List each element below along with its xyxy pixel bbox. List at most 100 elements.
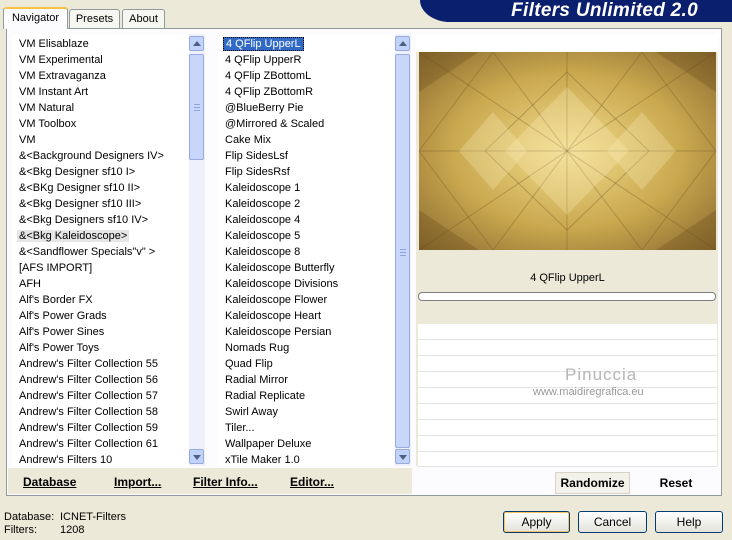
list-item[interactable]: 4 QFlip UpperL (221, 36, 340, 52)
watermark-url: www.maidiregrafica.eu (533, 386, 644, 398)
list-item[interactable]: VM Toolbox (15, 116, 166, 132)
list-item[interactable]: [AFS IMPORT] (15, 260, 166, 276)
list-item[interactable]: &<BKg Designer sf10 II> (15, 180, 166, 196)
database-button[interactable]: Database (23, 475, 76, 489)
category-list-items: VM Elisablaze VM Experimental VM Extravaga… (15, 36, 166, 466)
tab-about-label: About (129, 13, 158, 25)
parameter-row[interactable] (418, 324, 717, 340)
tab-presets[interactable]: Presets (69, 9, 120, 28)
list-item-label: Kaleidoscope 8 (225, 246, 301, 258)
list-item[interactable]: Andrew's Filters 10 (15, 452, 166, 466)
list-item[interactable]: Nomads Rug (221, 340, 340, 356)
list-item[interactable]: VM (15, 132, 166, 148)
list-item[interactable]: Andrew's Filter Collection 56 (15, 372, 166, 388)
list-item[interactable]: Quad Flip (221, 356, 340, 372)
list-item[interactable]: Tiler... (221, 420, 340, 436)
list-item-label: Kaleidoscope 5 (225, 230, 301, 242)
list-item[interactable]: Cake Mix (221, 132, 340, 148)
list-item-label: VM Elisablaze (19, 38, 89, 50)
list-item[interactable]: Kaleidoscope 5 (221, 228, 340, 244)
banner-title: Filters Unlimited 2.0 (511, 0, 698, 21)
list-item[interactable]: VM Elisablaze (15, 36, 166, 52)
list-item-label: Alf's Power Toys (19, 342, 100, 354)
scroll-thumb[interactable] (395, 54, 410, 448)
scroll-up-icon[interactable] (189, 36, 204, 51)
list-item[interactable]: &<Bkg Kaleidoscope> (15, 228, 166, 244)
list-item[interactable]: &<Sandflower Specials"v" > (15, 244, 166, 260)
list-item-label: VM Toolbox (19, 118, 77, 130)
list-item[interactable]: VM Experimental (15, 52, 166, 68)
category-list[interactable]: VM Elisablaze VM Experimental VM Extravaga… (12, 34, 188, 466)
list-item[interactable]: xTile Maker 1.0 (221, 452, 340, 466)
editor-button[interactable]: Editor... (290, 475, 334, 489)
list-item-label: 4 QFlip ZBottomR (225, 86, 314, 98)
database-label: Database: (4, 511, 55, 523)
list-item[interactable]: Alf's Power Toys (15, 340, 166, 356)
import-button[interactable]: Import... (114, 475, 161, 489)
reset-button[interactable]: Reset (640, 472, 712, 494)
filter-info-button[interactable]: Filter Info... (193, 475, 258, 489)
list-item[interactable]: 4 QFlip ZBottomR (221, 84, 340, 100)
list-item[interactable]: Kaleidoscope 2 (221, 196, 340, 212)
tab-about[interactable]: About (122, 9, 165, 28)
list-item-label: Andrew's Filter Collection 55 (19, 358, 159, 370)
scroll-down-icon[interactable] (395, 449, 410, 464)
list-item[interactable]: &<Bkg Designer sf10 I> (15, 164, 166, 180)
list-item[interactable]: Swirl Away (221, 404, 340, 420)
list-item[interactable]: Kaleidoscope Butterfly (221, 260, 340, 276)
parameter-row[interactable] (418, 436, 717, 452)
list-item[interactable]: Radial Mirror (221, 372, 340, 388)
list-item-label: Tiler... (225, 422, 255, 434)
list-item[interactable]: 4 QFlip UpperR (221, 52, 340, 68)
list-item-label: Andrew's Filter Collection 57 (19, 390, 159, 402)
parameter-row[interactable] (418, 420, 717, 436)
list-item[interactable]: Andrew's Filter Collection 55 (15, 356, 166, 372)
list-item[interactable]: Kaleidoscope 8 (221, 244, 340, 260)
list-item[interactable]: VM Extravaganza (15, 68, 166, 84)
list-item[interactable]: Kaleidoscope Heart (221, 308, 340, 324)
list-item[interactable]: Alf's Power Sines (15, 324, 166, 340)
list-item[interactable]: AFH (15, 276, 166, 292)
parameter-row[interactable] (418, 404, 717, 420)
list-item[interactable]: Kaleidoscope 1 (221, 180, 340, 196)
list-item[interactable]: VM Instant Art (15, 84, 166, 100)
list-item[interactable]: Wallpaper Deluxe (221, 436, 340, 452)
cancel-button[interactable]: Cancel (578, 511, 647, 533)
list-item[interactable]: Radial Replicate (221, 388, 340, 404)
parameter-row[interactable] (418, 340, 717, 356)
list-item[interactable]: Alf's Border FX (15, 292, 166, 308)
help-button[interactable]: Help (655, 511, 723, 533)
list-item[interactable]: Kaleidoscope Persian (221, 324, 340, 340)
apply-button[interactable]: Apply (503, 511, 570, 533)
parameter-row[interactable] (418, 452, 717, 467)
list-item-label: Flip SidesRsf (225, 166, 290, 178)
randomize-button[interactable]: Randomize (555, 472, 630, 494)
scroll-up-icon[interactable] (395, 36, 410, 51)
list-item[interactable]: Kaleidoscope Divisions (221, 276, 340, 292)
category-scrollbar[interactable] (189, 34, 205, 466)
list-item[interactable]: @BlueBerry Pie (221, 100, 340, 116)
scroll-down-icon[interactable] (189, 449, 204, 464)
scroll-thumb[interactable] (189, 54, 204, 160)
list-item-label: Alf's Border FX (19, 294, 93, 306)
list-item[interactable]: Kaleidoscope Flower (221, 292, 340, 308)
list-item[interactable]: Andrew's Filter Collection 59 (15, 420, 166, 436)
list-item[interactable]: &<Background Designers IV> (15, 148, 166, 164)
list-item-label: VM Extravaganza (19, 70, 106, 82)
list-item[interactable]: Andrew's Filter Collection 57 (15, 388, 166, 404)
list-item[interactable]: 4 QFlip ZBottomL (221, 68, 340, 84)
list-item-label: Quad Flip (225, 358, 273, 370)
list-item[interactable]: Andrew's Filter Collection 61 (15, 436, 166, 452)
list-item[interactable]: @Mirrored & Scaled (221, 116, 340, 132)
list-item[interactable]: VM Natural (15, 100, 166, 116)
tab-navigator[interactable]: Navigator (3, 7, 68, 29)
list-item[interactable]: &<Bkg Designers sf10 IV> (15, 212, 166, 228)
filter-list[interactable]: 4 QFlip UpperL 4 QFlip UpperR 4 QFlip ZBot… (218, 34, 394, 466)
list-item[interactable]: Alf's Power Grads (15, 308, 166, 324)
list-item[interactable]: &<Bkg Designer sf10 III> (15, 196, 166, 212)
list-item[interactable]: Andrew's Filter Collection 58 (15, 404, 166, 420)
filter-scrollbar[interactable] (395, 34, 411, 466)
list-item[interactable]: Kaleidoscope 4 (221, 212, 340, 228)
list-item[interactable]: Flip SidesLsf (221, 148, 340, 164)
list-item[interactable]: Flip SidesRsf (221, 164, 340, 180)
